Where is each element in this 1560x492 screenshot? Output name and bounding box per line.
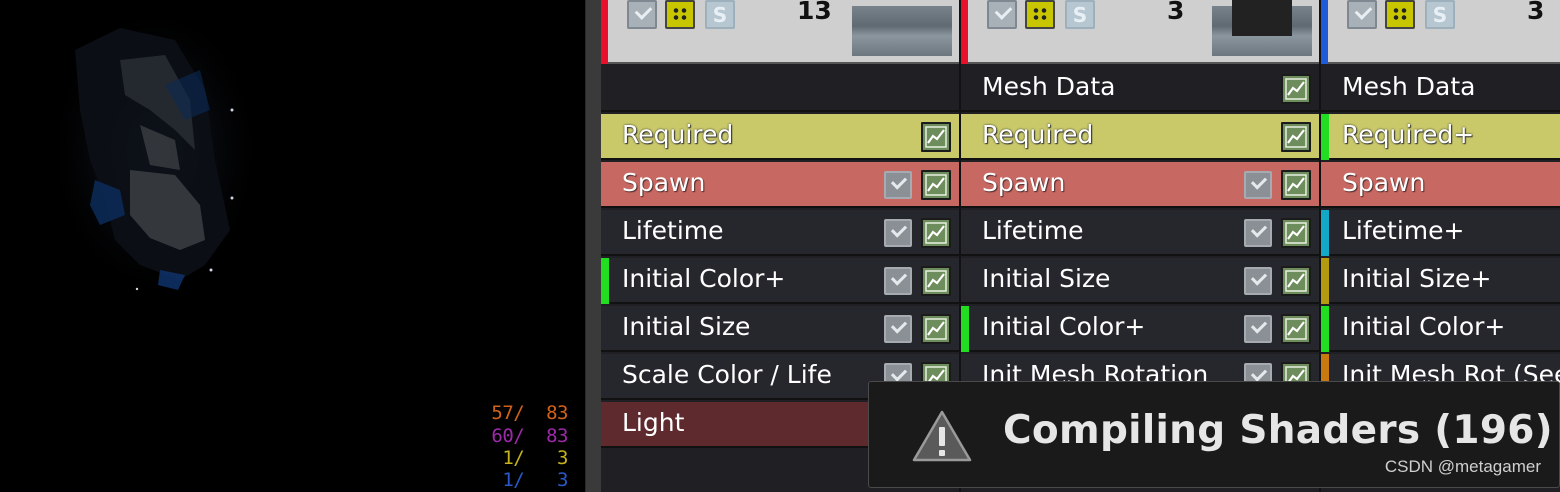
solo-icon[interactable]: S	[705, 0, 735, 29]
curve-editor-icon[interactable]	[921, 122, 951, 152]
module-required[interactable]: Required	[601, 114, 960, 160]
module-label: Initial Size	[982, 264, 1111, 293]
module-initial-size[interactable]: Initial Size+	[1321, 258, 1560, 304]
module-lifetime[interactable]: Lifetime+	[1321, 210, 1560, 256]
emitter-color-bar	[1321, 0, 1328, 64]
module-label: Initial Color+	[622, 264, 786, 293]
panel-splitter[interactable]	[585, 0, 601, 492]
emitter-particle-count: 3	[1527, 0, 1545, 25]
emitter-header[interactable]: S 3	[1321, 0, 1560, 64]
module-label: Initial Size+	[1342, 264, 1492, 293]
module-enable-checkbox[interactable]	[884, 171, 912, 199]
module-enable-checkbox[interactable]	[1244, 315, 1272, 343]
module-lifetime[interactable]: Lifetime	[601, 210, 960, 256]
watermark-text: CSDN @metagamer	[1384, 457, 1541, 476]
warning-icon	[912, 410, 972, 462]
emitter-enable-checkbox[interactable]	[987, 0, 1017, 29]
module-spawn[interactable]: Spawn	[961, 162, 1320, 208]
module-label: Lifetime+	[1342, 216, 1465, 245]
emitter-particle-count: 3	[1167, 0, 1185, 25]
curve-editor-icon[interactable]	[921, 266, 951, 296]
module-initial-size[interactable]: Initial Size	[961, 258, 1320, 304]
module-modified-indicator	[1321, 258, 1329, 304]
module-lifetime[interactable]: Lifetime	[961, 210, 1320, 256]
emitter-header[interactable]: S 3	[961, 0, 1320, 64]
module-enable-checkbox[interactable]	[1244, 171, 1272, 199]
emitter-particle-count: 13	[797, 0, 832, 25]
module-modified-indicator	[1321, 114, 1329, 160]
curve-editor-icon[interactable]	[1281, 218, 1311, 248]
module-initial-size[interactable]: Initial Size	[601, 306, 960, 352]
curve-editor-icon[interactable]	[1281, 170, 1311, 200]
stat-peak-particles: 60/ 83	[491, 425, 568, 447]
module-enable-checkbox[interactable]	[884, 219, 912, 247]
module-label: Required	[982, 120, 1094, 149]
module-enable-checkbox[interactable]	[1244, 219, 1272, 247]
module-label: Initial Color+	[1342, 312, 1506, 341]
curve-editor-icon[interactable]	[1281, 122, 1311, 152]
module-required[interactable]: Required	[961, 114, 1320, 160]
module-modified-indicator	[601, 258, 609, 304]
emitter-header[interactable]: S 13	[601, 0, 960, 64]
render-mode-icon[interactable]	[665, 0, 695, 29]
toast-message: Compiling Shaders (196)	[1003, 408, 1553, 453]
curve-editor-icon[interactable]	[1281, 266, 1311, 296]
curve-editor-icon[interactable]	[921, 314, 951, 344]
module-label: Light	[622, 408, 685, 437]
particle-viewport[interactable]: 57/ 83 60/ 83 1/ 3 1/ 3	[0, 0, 585, 492]
module-modified-indicator	[1321, 210, 1329, 256]
stat-peak-mesh: 1/ 3	[502, 469, 568, 491]
module-spawn[interactable]: Spawn	[1321, 162, 1560, 208]
render-mode-icon[interactable]	[1385, 0, 1415, 29]
module-spawn[interactable]: Spawn	[601, 162, 960, 208]
module-modified-indicator	[1321, 306, 1329, 352]
emitter-thumbnail	[852, 6, 952, 56]
emitter-thumbnail	[1212, 0, 1312, 56]
solo-icon[interactable]: S	[1065, 0, 1095, 29]
curve-editor-icon[interactable]	[1281, 74, 1311, 104]
module-label: Spawn	[622, 168, 706, 197]
module-empty[interactable]	[601, 66, 960, 112]
emitter-enable-checkbox[interactable]	[1347, 0, 1377, 29]
stat-active-particles: 57/ 83	[491, 402, 568, 424]
module-label: Mesh Data	[982, 72, 1116, 101]
module-label: Initial Color+	[982, 312, 1146, 341]
module-label: Required+	[1342, 120, 1475, 149]
module-label: Spawn	[1342, 168, 1426, 197]
emitter-enable-checkbox[interactable]	[627, 0, 657, 29]
module-modified-indicator	[961, 306, 969, 352]
emitter-color-bar	[601, 0, 608, 64]
module-label: Initial Size	[622, 312, 751, 341]
curve-editor-icon[interactable]	[921, 218, 951, 248]
compiling-shaders-notification: Compiling Shaders (196) CSDN @metagamer	[868, 381, 1560, 488]
solo-icon[interactable]: S	[1425, 0, 1455, 29]
module-label: Mesh Data	[1342, 72, 1476, 101]
module-mesh-data[interactable]: Mesh Data	[961, 66, 1320, 112]
module-initial-color[interactable]: Initial Color+	[601, 258, 960, 304]
module-label: Lifetime	[982, 216, 1084, 245]
module-label: Lifetime	[622, 216, 724, 245]
module-mesh-data[interactable]: Mesh Data	[1321, 66, 1560, 112]
render-mode-icon[interactable]	[1025, 0, 1055, 29]
module-initial-color[interactable]: Initial Color+	[1321, 306, 1560, 352]
module-label: Scale Color / Life	[622, 360, 832, 389]
module-required[interactable]: Required+	[1321, 114, 1560, 160]
emitter-color-bar	[961, 0, 968, 64]
stat-active-mesh: 1/ 3	[502, 447, 568, 469]
module-enable-checkbox[interactable]	[884, 267, 912, 295]
module-label: Required	[622, 120, 734, 149]
module-label: Spawn	[982, 168, 1066, 197]
module-enable-checkbox[interactable]	[884, 315, 912, 343]
curve-editor-icon[interactable]	[921, 170, 951, 200]
module-initial-color[interactable]: Initial Color+	[961, 306, 1320, 352]
curve-editor-icon[interactable]	[1281, 314, 1311, 344]
module-enable-checkbox[interactable]	[1244, 267, 1272, 295]
